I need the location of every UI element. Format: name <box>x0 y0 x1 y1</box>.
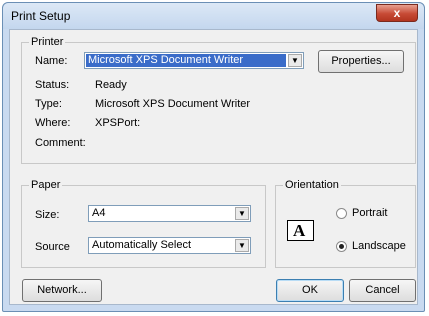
portrait-radio[interactable] <box>336 208 347 219</box>
print-setup-dialog: Print Setup x Printer Name: Microsoft XP… <box>2 2 425 312</box>
portrait-label[interactable]: Portrait <box>352 206 387 220</box>
paper-group: Paper Size: A4 ▼ Source Automatically Se… <box>21 178 266 268</box>
chevron-down-icon[interactable]: ▼ <box>235 207 249 220</box>
properties-button[interactable]: Properties... <box>318 50 404 73</box>
paper-group-label: Paper <box>29 178 63 192</box>
name-label: Name: <box>35 55 68 67</box>
printer-name-select[interactable]: Microsoft XPS Document Writer ▼ <box>84 52 304 69</box>
close-button[interactable]: x <box>376 4 418 22</box>
paper-size-value: A4 <box>92 207 106 219</box>
title-bar[interactable]: Print Setup x <box>3 3 424 29</box>
network-button[interactable]: Network... <box>22 279 102 302</box>
status-value: Ready <box>95 79 127 91</box>
where-value: XPSPort: <box>95 117 141 129</box>
size-label: Size: <box>35 209 60 221</box>
preview-letter: A <box>293 221 306 240</box>
window-title: Print Setup <box>11 9 71 23</box>
status-label: Status: <box>35 79 70 91</box>
paper-size-select[interactable]: A4 ▼ <box>88 205 251 222</box>
ok-button[interactable]: OK <box>276 279 344 302</box>
chevron-down-icon[interactable]: ▼ <box>288 54 302 67</box>
printer-name-value: Microsoft XPS Document Writer <box>86 54 286 67</box>
printer-group: Printer Name: Microsoft XPS Document Wri… <box>21 35 416 164</box>
orientation-group-label: Orientation <box>283 178 341 192</box>
paper-source-select[interactable]: Automatically Select ▼ <box>88 237 251 254</box>
close-icon: x <box>393 6 401 20</box>
cancel-button[interactable]: Cancel <box>349 279 416 302</box>
printer-group-label: Printer <box>29 35 66 49</box>
source-label: Source <box>35 241 70 253</box>
dialog-body: Printer Name: Microsoft XPS Document Wri… <box>9 29 418 305</box>
chevron-down-icon[interactable]: ▼ <box>235 239 249 252</box>
landscape-label[interactable]: Landscape <box>352 239 406 253</box>
comment-label: Comment: <box>35 137 86 149</box>
paper-source-value: Automatically Select <box>92 239 192 251</box>
orientation-group: Orientation A Portrait Landscape <box>275 178 416 268</box>
where-label: Where: <box>35 117 71 129</box>
type-label: Type: <box>35 98 62 110</box>
landscape-radio[interactable] <box>336 241 347 252</box>
landscape-preview-icon: A <box>287 220 314 241</box>
type-value: Microsoft XPS Document Writer <box>95 98 251 110</box>
